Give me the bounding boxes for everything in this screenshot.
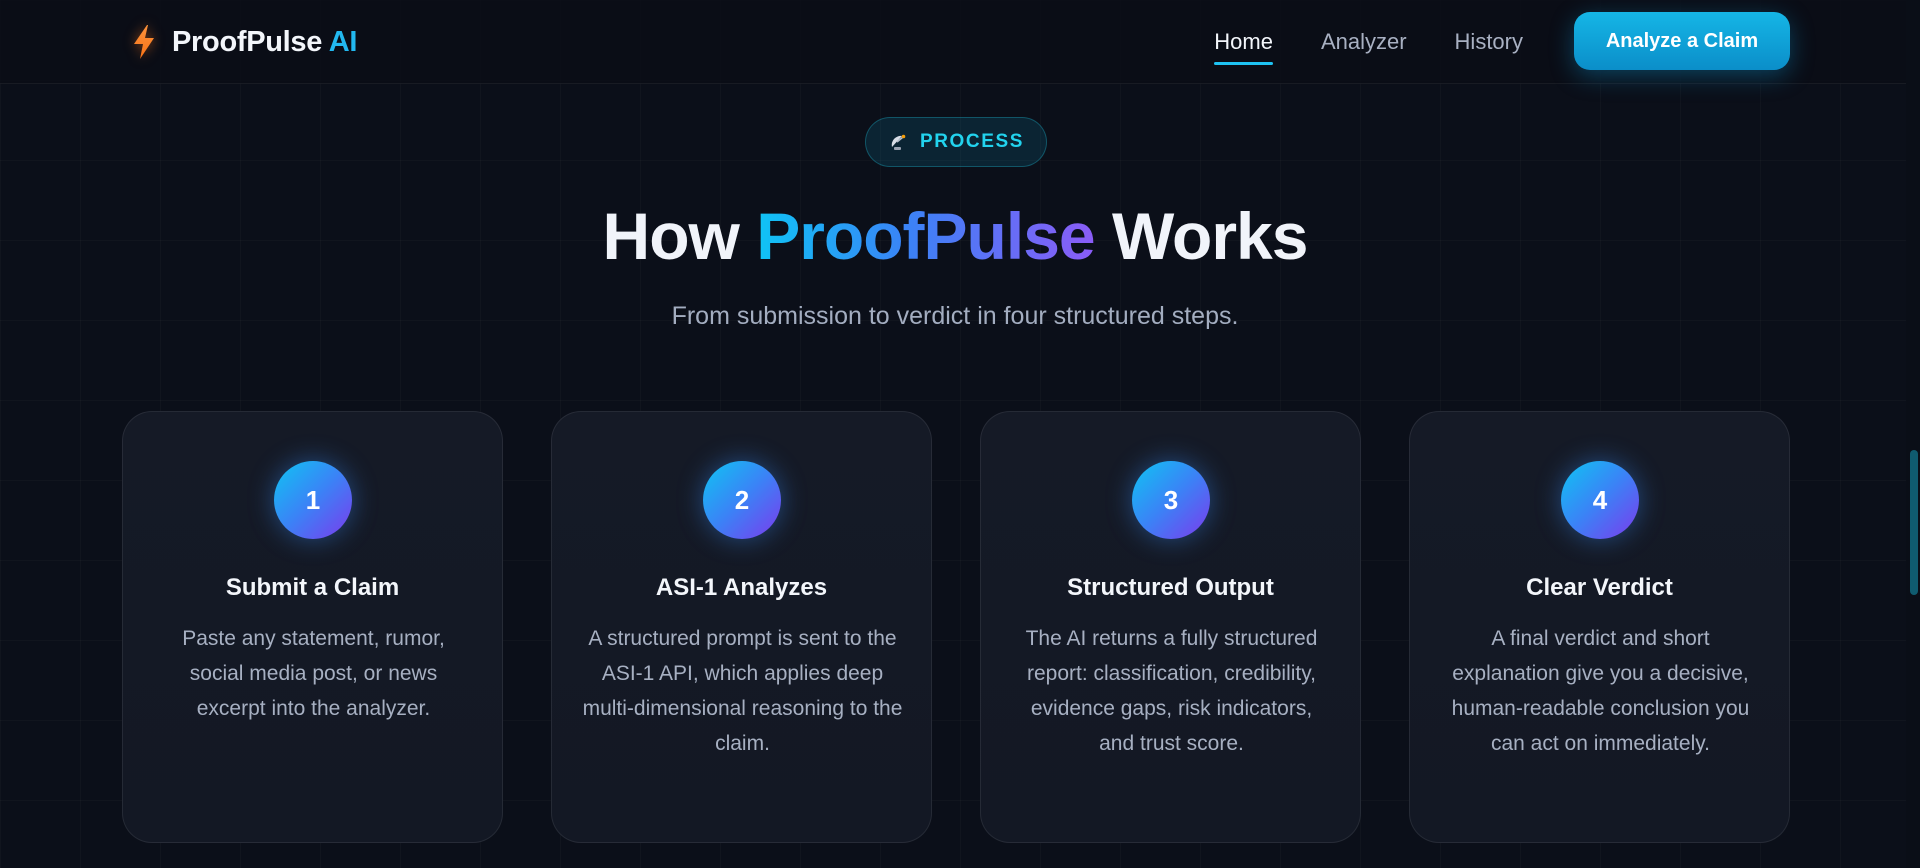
step-description: Paste any statement, rumor, social media… [182,627,445,720]
navbar: ProofPulse AI Home Analyzer History Anal… [0,0,1920,84]
step-card: 4 Clear Verdict A final verdict and shor… [1409,411,1790,843]
step-card: 1 Submit a Claim Paste any statement, ru… [122,411,503,843]
step-title: Clear Verdict [1526,574,1673,601]
lightning-bolt-icon [130,22,158,62]
step-number-badge: 1 [274,461,352,539]
step-card: 2 ASI-1 Analyzes A structured prompt is … [551,411,932,843]
brand-logo[interactable]: ProofPulse AI [130,22,357,62]
page-subtitle: From submission to verdict in four struc… [671,302,1239,330]
step-number-badge: 3 [1132,461,1210,539]
step-title: Structured Output [1067,574,1274,601]
nav-link-home[interactable]: Home [1214,29,1273,65]
page-title: How ProofPulse Works [602,199,1309,273]
nav-link-history[interactable]: History [1455,29,1523,55]
step-description: The AI returns a fully structured report… [1025,627,1318,755]
brand-suffix: AI [328,25,358,58]
badge-label: PROCESS [919,131,1025,152]
scrollbar-thumb[interactable] [1910,450,1918,595]
step-number-badge: 2 [703,461,781,539]
step-number-badge: 4 [1561,461,1639,539]
headline-brand: ProofPulse [756,199,1095,273]
step-title: ASI-1 Analyzes [655,574,828,601]
nav-link-analyzer[interactable]: Analyzer [1321,29,1407,55]
step-title: Submit a Claim [225,574,400,601]
brand-name: ProofPulse AI [172,25,358,58]
step-description: A final verdict and short explanation gi… [1451,627,1750,755]
steps-list: 1 Submit a Claim Paste any statement, ru… [122,411,1790,843]
satellite-dish-icon [888,131,910,153]
step-card: 3 Structured Output The AI returns a ful… [980,411,1361,843]
page-scrollbar[interactable] [1906,0,1920,868]
analyze-claim-button[interactable]: Analyze a Claim [1574,12,1790,70]
nav-links: Home Analyzer History [1214,0,1523,84]
step-description: A structured prompt is sent to the ASI-1… [582,627,903,755]
process-badge: PROCESS [865,117,1047,167]
